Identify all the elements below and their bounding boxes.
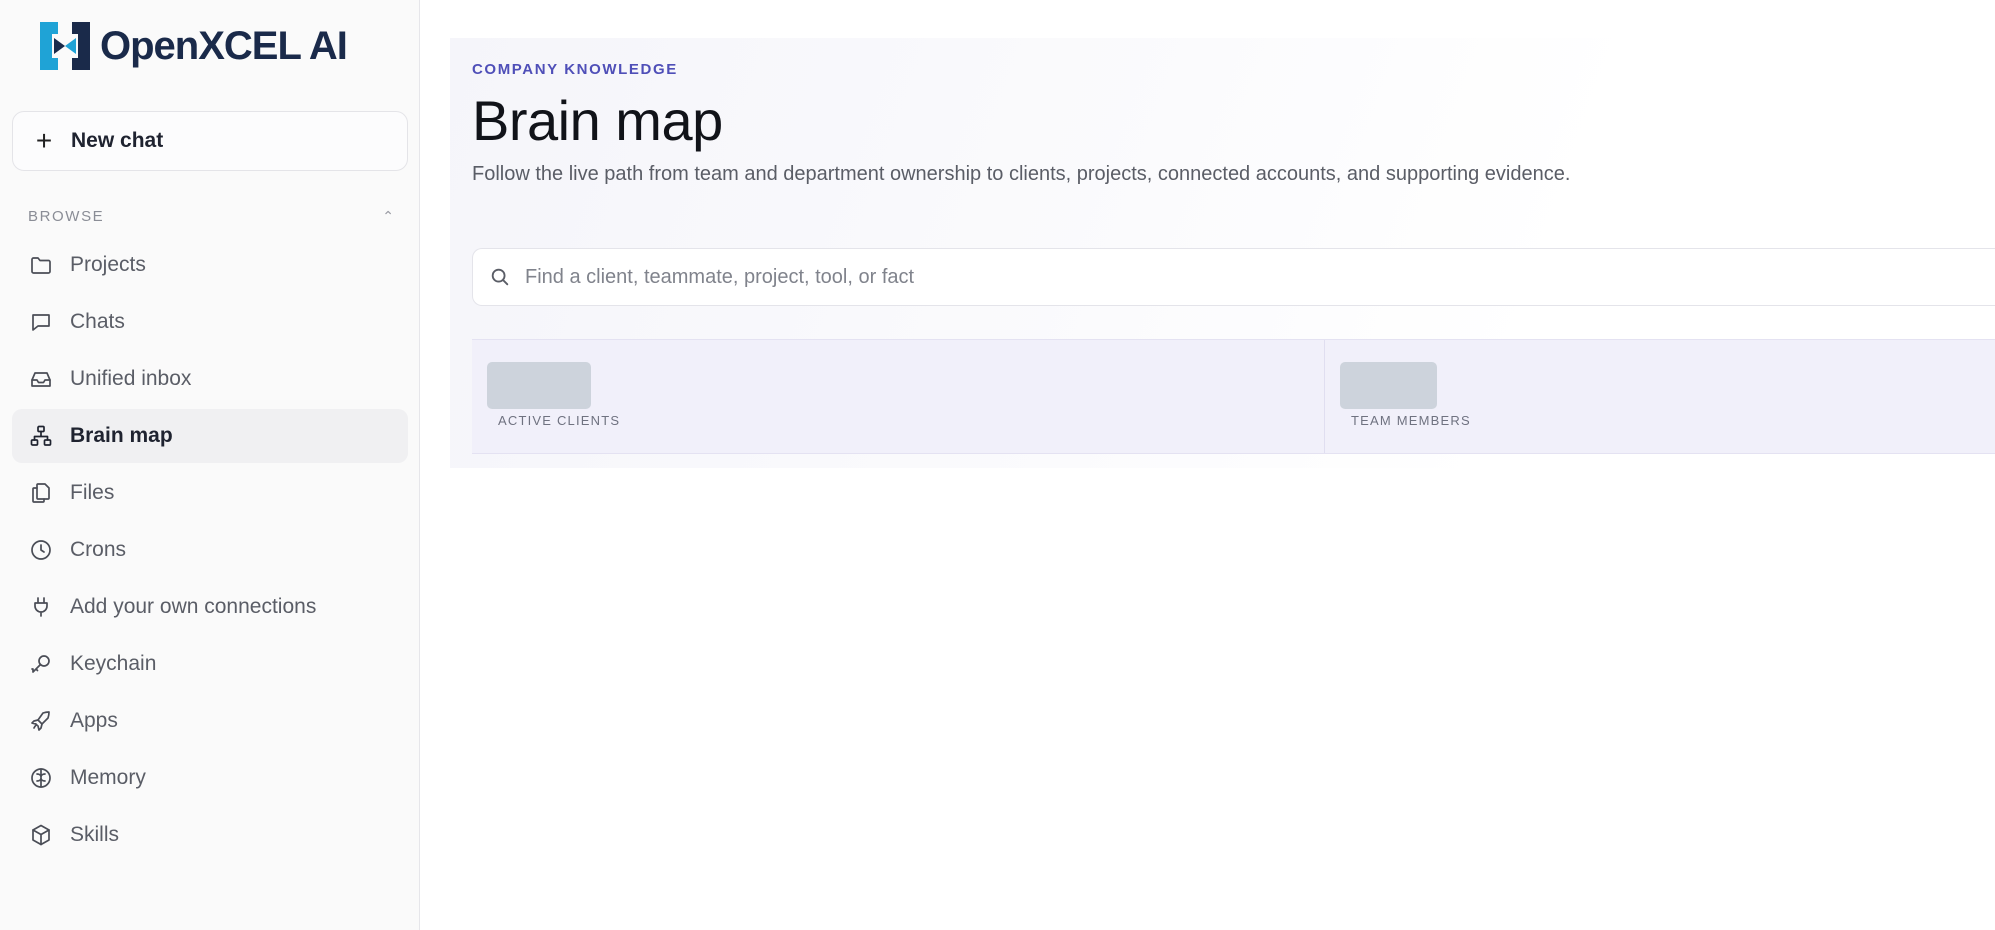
sidebar-item-add-connections[interactable]: Add your own connections bbox=[12, 580, 408, 634]
network-icon bbox=[28, 423, 54, 449]
sidebar-item-label: Memory bbox=[70, 766, 146, 789]
inbox-icon bbox=[28, 366, 54, 392]
search-input[interactable] bbox=[525, 265, 1995, 289]
sidebar-item-skills[interactable]: Skills bbox=[12, 808, 408, 862]
browse-label: BROWSE bbox=[28, 207, 105, 225]
chat-bubble-icon bbox=[28, 309, 54, 335]
loading-placeholder bbox=[1340, 362, 1437, 409]
app-window: OpenXCEL AI + New chat BROWSE ⌃ Projects… bbox=[0, 0, 1995, 930]
chevron-up-icon[interactable]: ⌃ bbox=[382, 208, 394, 225]
clock-icon bbox=[28, 537, 54, 563]
stat-label: TEAM MEMBERS bbox=[1351, 413, 1471, 428]
browse-section-header: BROWSE ⌃ bbox=[28, 204, 394, 228]
sidebar-item-label: Skills bbox=[70, 823, 120, 846]
stat-label: ACTIVE CLIENTS bbox=[498, 413, 621, 428]
stat-active-clients: ACTIVE CLIENTS bbox=[472, 340, 1325, 453]
sidebar-item-label: Keychain bbox=[70, 652, 157, 675]
section-eyebrow: COMPANY KNOWLEDGE bbox=[472, 61, 678, 78]
sidebar-item-label: Apps bbox=[70, 709, 118, 732]
sidebar-item-projects[interactable]: Projects bbox=[12, 238, 408, 292]
search-icon bbox=[491, 268, 509, 286]
sidebar-item-crons[interactable]: Crons bbox=[12, 523, 408, 577]
sidebar-item-brain-map[interactable]: Brain map bbox=[12, 409, 408, 463]
sidebar-item-files[interactable]: Files bbox=[12, 466, 408, 520]
sidebar-item-memory[interactable]: Memory bbox=[12, 751, 408, 805]
page-description: Follow the live path from team and depar… bbox=[472, 163, 1571, 185]
rocket-icon bbox=[28, 708, 54, 734]
cube-icon bbox=[28, 822, 54, 848]
folder-icon bbox=[28, 252, 54, 278]
sidebar-item-label: Files bbox=[70, 481, 115, 504]
sidebar-item-label: Unified inbox bbox=[70, 367, 192, 390]
sidebar-item-label: Add your own connections bbox=[70, 595, 317, 618]
sidebar-item-label: Projects bbox=[70, 253, 146, 276]
brand-logo[interactable]: OpenXCEL AI bbox=[38, 20, 348, 72]
sidebar-item-label: Brain map bbox=[70, 424, 173, 447]
sidebar-item-unified-inbox[interactable]: Unified inbox bbox=[12, 352, 408, 406]
page-title: Brain map bbox=[472, 89, 723, 152]
plug-icon bbox=[28, 594, 54, 620]
files-icon bbox=[28, 480, 54, 506]
new-chat-label: New chat bbox=[71, 129, 164, 152]
key-icon bbox=[28, 651, 54, 677]
sidebar-item-chats[interactable]: Chats bbox=[12, 295, 408, 349]
sidebar-item-label: Crons bbox=[70, 538, 127, 561]
sidebar-item-label: Chats bbox=[70, 310, 125, 333]
brand-mark-icon bbox=[40, 22, 90, 70]
sidebar-item-apps[interactable]: Apps bbox=[12, 694, 408, 748]
brain-icon bbox=[28, 765, 54, 791]
sidebar-item-keychain[interactable]: Keychain bbox=[12, 637, 408, 691]
search-bar[interactable] bbox=[472, 248, 1995, 306]
brand-name: OpenXCEL AI bbox=[100, 23, 348, 68]
plus-icon: + bbox=[35, 125, 53, 156]
sidebar-nav: Projects Chats Unified inbox Brain map F… bbox=[12, 238, 408, 865]
stats-row: ACTIVE CLIENTS TEAM MEMBERS bbox=[472, 339, 1995, 454]
stat-team-members: TEAM MEMBERS bbox=[1325, 340, 1995, 453]
loading-placeholder bbox=[487, 362, 591, 409]
sidebar: OpenXCEL AI + New chat BROWSE ⌃ Projects… bbox=[0, 0, 420, 930]
new-chat-button[interactable]: + New chat bbox=[12, 111, 408, 171]
